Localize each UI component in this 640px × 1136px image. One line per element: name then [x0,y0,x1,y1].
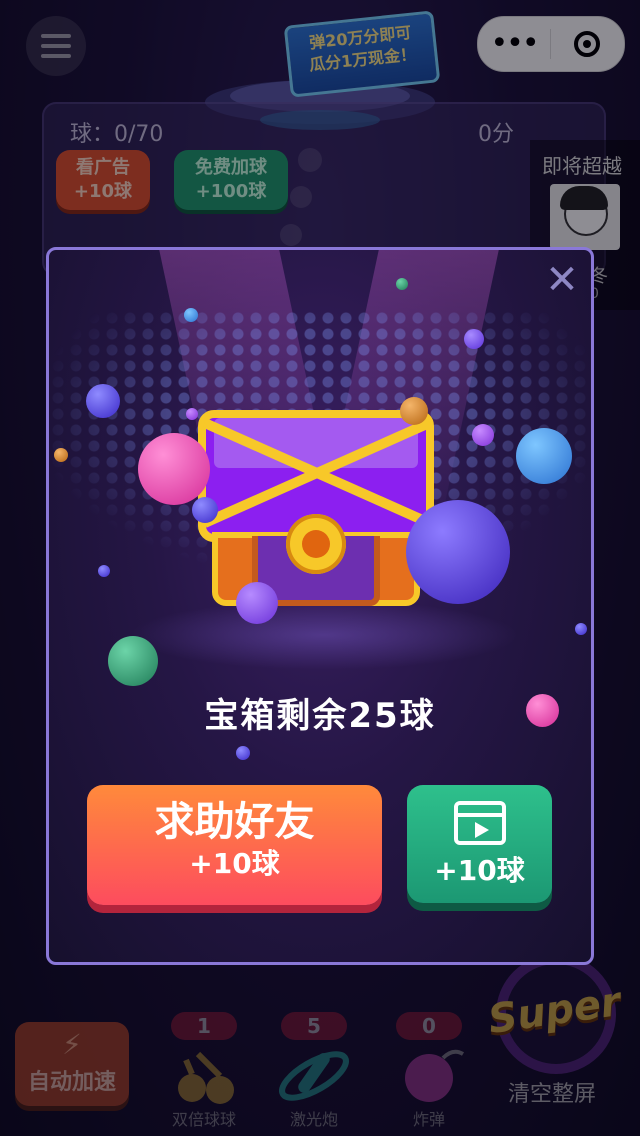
ball [138,433,210,505]
ball [108,636,158,686]
ball [54,448,68,462]
video-clapper-icon [453,801,506,845]
watch-video-bonus: +10球 [434,854,525,887]
ball [98,565,110,577]
ball [184,308,198,322]
ball [192,497,218,523]
ball [86,384,120,418]
treasure-chest-icon [198,410,434,606]
ball [575,623,587,635]
ball [236,746,250,760]
ask-friend-label: 求助好友 [154,799,315,845]
watch-video-button[interactable]: +10球 [407,785,552,903]
stage-floor [129,600,519,670]
ball [406,500,510,604]
ball [472,424,494,446]
chest-lock [286,514,346,574]
ball [186,408,198,420]
ball [396,278,408,290]
chest-remaining-text: 宝箱剩余25球 [204,696,436,736]
close-icon[interactable]: ✕ [542,260,582,300]
ball [516,428,572,484]
ball [400,397,428,425]
ball [236,582,278,624]
ask-friend-bonus: +10球 [189,847,280,880]
ball [464,329,484,349]
ask-friend-button[interactable]: 求助好友 +10球 [87,785,382,905]
